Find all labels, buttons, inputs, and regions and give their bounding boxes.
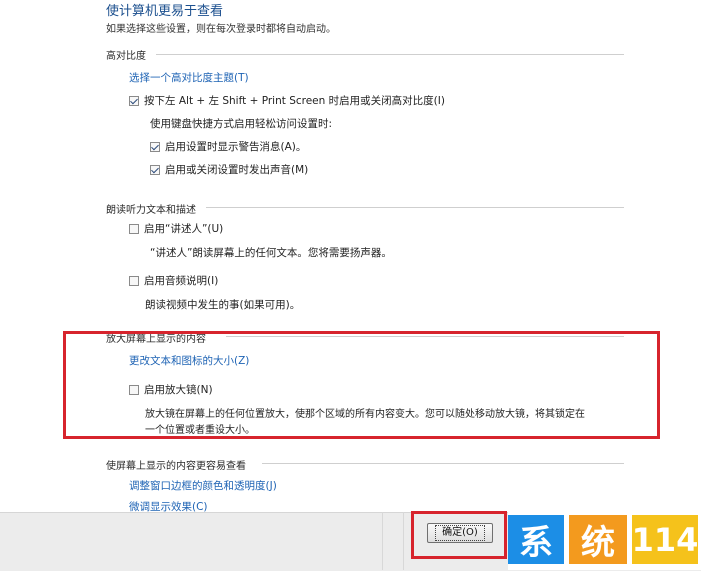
checkbox-label: 启用设置时显示警告消息(A)。 xyxy=(165,141,307,153)
checkbox-label: 按下左 Alt + 左 Shift + Print Screen 时启用或关闭高… xyxy=(144,95,445,107)
checkbox-box[interactable] xyxy=(129,275,139,286)
logo-char-2: 统 xyxy=(569,515,627,564)
checkbox-box[interactable] xyxy=(150,141,160,152)
checkbox-label: 启用或关闭设置时发出声音(M) xyxy=(165,164,309,176)
section-heading-high-contrast: 高对比度 xyxy=(106,51,146,62)
checkbox-box[interactable] xyxy=(150,164,160,175)
checkbox-label: 启用“讲述人”(U) xyxy=(144,223,224,235)
checkbox-box[interactable] xyxy=(129,95,139,106)
logo-char-1: 系 xyxy=(508,515,564,564)
audio-description-checkbox[interactable]: 启用音频说明(I) xyxy=(129,273,218,288)
section-divider xyxy=(206,207,624,208)
footer-separator xyxy=(403,512,404,570)
section-divider xyxy=(262,463,624,464)
ok-button-highlight xyxy=(411,511,507,559)
page-title: 使计算机更易于查看 xyxy=(106,4,224,19)
page-subtitle: 如果选择这些设置，则在每次登录时都将自动启动。 xyxy=(106,24,336,35)
logo-number: 114 xyxy=(632,515,698,564)
window-color-link[interactable]: 调整窗口边框的颜色和透明度(J) xyxy=(129,478,277,493)
magnify-section-highlight xyxy=(63,331,660,439)
play-sound-checkbox[interactable]: 启用或关闭设置时发出声音(M) xyxy=(150,162,308,177)
show-warning-checkbox[interactable]: 启用设置时显示警告消息(A)。 xyxy=(150,139,306,154)
high-contrast-shortcut-checkbox[interactable]: 按下左 Alt + 左 Shift + Print Screen 时启用或关闭高… xyxy=(129,93,445,108)
narrator-description: “讲述人”朗读屏幕上的任何文本。您将需要扬声器。 xyxy=(150,247,392,259)
audio-description-text: 朗读视频中发生的事(如果可用)。 xyxy=(145,299,301,311)
section-divider xyxy=(156,54,624,55)
narrator-checkbox[interactable]: 启用“讲述人”(U) xyxy=(129,221,223,236)
footer-separator xyxy=(382,512,383,570)
watermark-logo: 系 统 114 xyxy=(508,512,701,570)
checkbox-label: 启用音频说明(I) xyxy=(144,275,219,287)
section-heading-narration: 朗读听力文本和描述 xyxy=(106,205,196,216)
section-heading-easier-view: 使屏幕上显示的内容更容易查看 xyxy=(106,461,246,472)
choose-high-contrast-theme-link[interactable]: 选择一个高对比度主题(T) xyxy=(129,70,249,85)
keyboard-shortcut-note: 使用键盘快捷方式启用轻松访问设置时: xyxy=(150,118,333,130)
checkbox-box[interactable] xyxy=(129,223,139,234)
